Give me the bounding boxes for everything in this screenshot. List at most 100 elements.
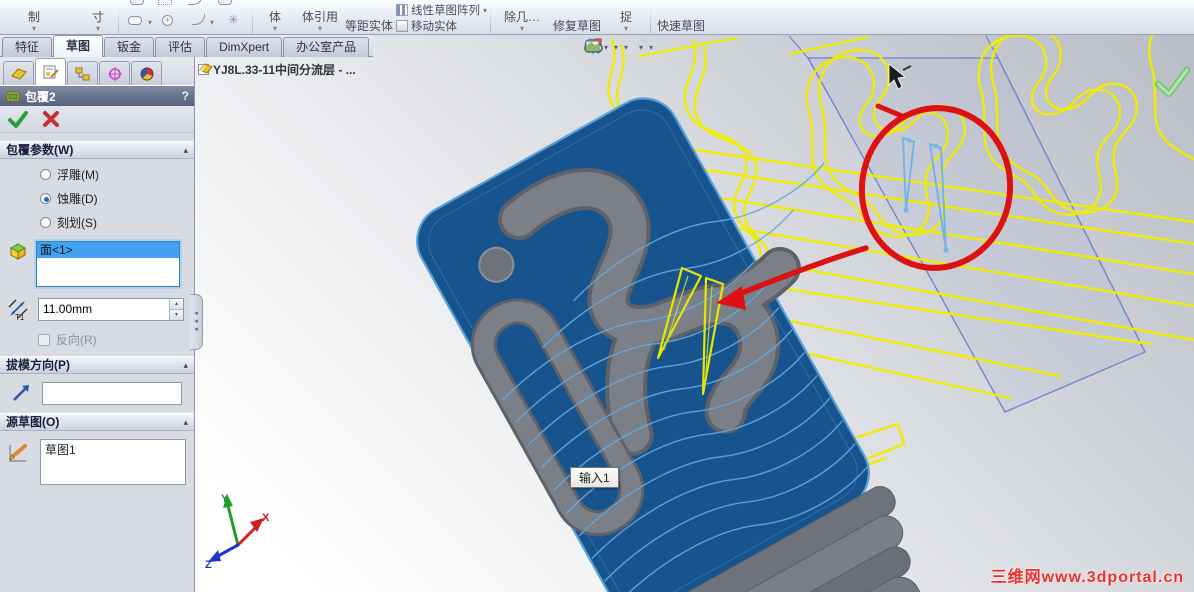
dimxpert-manager-icon (107, 66, 122, 81)
reverse-direction-row: 反向(R) (38, 331, 194, 348)
source-sketch-listbox[interactable]: 草图1 (40, 439, 186, 485)
view-settings-button[interactable] (585, 40, 653, 52)
toolbar-button-offset-entities[interactable]: 等距实体 (344, 20, 394, 33)
spline-icon[interactable] (188, 0, 203, 5)
toolbar-button-rapid-sketch[interactable]: 快速草图 (656, 20, 706, 33)
toolbar-button-display-delete-relations[interactable]: 除几… (496, 11, 548, 33)
tooltip: 输入1 (570, 467, 619, 488)
tab-dimxpert-manager[interactable] (99, 61, 130, 85)
property-manager-icon (43, 65, 59, 79)
dropdown-caret-icon[interactable] (483, 6, 487, 15)
thickness-input-wrap (38, 297, 184, 321)
cancel-button[interactable] (41, 109, 61, 129)
face-selection-listbox[interactable]: 面<1> (34, 239, 182, 289)
tab-display-manager[interactable] (131, 61, 162, 85)
toolbar-button-snap[interactable]: 捉 (606, 11, 646, 33)
asterisk-pattern-icon[interactable]: ✳ (228, 12, 239, 28)
dropdown-caret-icon[interactable] (72, 24, 124, 33)
pull-direction-row (10, 382, 194, 405)
dropdown-caret-icon[interactable] (606, 24, 646, 33)
spin-up-button[interactable] (170, 298, 183, 310)
radio-icon-selected[interactable] (40, 193, 51, 204)
tab-feature-manager-tree[interactable] (3, 61, 34, 85)
tab-evaluate[interactable]: 评估 (155, 37, 206, 57)
flyout-feature-tree[interactable]: + YJ8L.33-11中间分流层 - ... (198, 61, 356, 78)
straight-slot-icon[interactable] (128, 16, 142, 25)
command-manager-tab-bar: 特征 草图 钣金 评估 DimXpert 办公室产品 (0, 35, 373, 57)
tab-configuration-manager[interactable] (67, 61, 98, 85)
thickness-input[interactable] (39, 298, 169, 320)
ok-button[interactable] (7, 109, 29, 129)
source-sketch-item[interactable]: 草图1 (45, 443, 76, 457)
graphics-area[interactable]: Y X Z + YJ8L.33-11中间分流层 - ... (195, 35, 1194, 592)
help-button[interactable]: ? (182, 89, 189, 103)
toolbar-button-move-entities[interactable]: 移动实体 (396, 18, 457, 34)
triad-y-label: Y (221, 493, 229, 505)
triad-z-label: Z (205, 559, 212, 571)
display-style-button[interactable] (585, 40, 618, 54)
section-header-wrap-params[interactable]: 包覆参数(W) (0, 141, 194, 159)
pm-action-row (0, 106, 194, 133)
watermark-text: 三维网www.3dportal.cn (990, 569, 1184, 586)
tab-office-products[interactable]: 办公室产品 (283, 37, 370, 57)
property-manager-header: 包覆2 ? (0, 85, 194, 106)
feature-title: 包覆2 (25, 89, 56, 104)
slot-icon[interactable] (218, 0, 232, 5)
property-manager-panel: 包覆2 ? 包覆参数(W) 浮雕(M) 蚀雕(D) 刻划(S) 面<1> (0, 57, 195, 592)
configuration-manager-icon (75, 67, 89, 80)
panel-splitter-handle[interactable] (190, 294, 203, 350)
radio-emboss[interactable]: 浮雕(M) (40, 166, 194, 183)
radio-deboss[interactable]: 蚀雕(D) (40, 190, 194, 207)
dropdown-caret-icon[interactable] (256, 24, 294, 33)
hide-show-items-button[interactable] (584, 43, 628, 53)
toolbar-button-trim-entities[interactable]: 体 (256, 11, 294, 33)
toolbar-separator (118, 1, 119, 33)
wrap-feature-icon (6, 91, 20, 102)
solidworks-window: 制 寸 + ✳ 体 体引用 等距实体 线性草图阵列 移动实体 (0, 0, 1194, 592)
toolbar-button-convert-entities[interactable]: 体引用 (296, 11, 344, 33)
arc-icon[interactable] (192, 14, 205, 25)
tab-features[interactable]: 特征 (2, 37, 53, 57)
polygon-icon[interactable]: + (162, 15, 173, 26)
move-entities-icon (396, 20, 408, 32)
radio-icon[interactable] (40, 169, 51, 180)
pull-direction-listbox[interactable] (42, 382, 182, 405)
section-header-pull-direction[interactable]: 拔模方向(P) (0, 356, 194, 374)
source-sketch-row: 草图1 (6, 439, 194, 485)
collapse-chevron-icon[interactable] (183, 414, 188, 431)
part-document-icon (199, 63, 213, 74)
collapse-chevron-icon[interactable] (183, 142, 188, 159)
radio-scribe[interactable]: 刻划(S) (40, 214, 194, 231)
spin-down-button[interactable] (170, 309, 183, 320)
direction-arrow-icon (13, 385, 29, 401)
section-header-source-sketch[interactable]: 源草图(O) (0, 413, 194, 431)
radio-icon[interactable] (40, 217, 51, 228)
3d-viewport-canvas[interactable]: Y X Z (195, 35, 1194, 592)
toolbar-button-linear-sketch-pattern[interactable]: 线性草图阵列 (396, 2, 487, 18)
toolbar-button-fillet[interactable]: 制 (8, 11, 60, 33)
dropdown-caret-icon[interactable] (296, 24, 344, 33)
thickness-row: T1 (6, 297, 194, 321)
collapse-chevron-icon[interactable] (183, 357, 188, 374)
dropdown-caret-icon[interactable] (148, 18, 152, 27)
toolbar-button-repair-sketch[interactable]: 修复草图 (552, 20, 602, 33)
toolbar-separator (252, 1, 253, 33)
dropdown-caret-icon[interactable] (496, 24, 548, 33)
toolbar-button-smart-dimension[interactable]: 寸 (72, 11, 124, 33)
tab-property-manager[interactable] (35, 58, 66, 85)
sketch-pencil-icon (9, 444, 27, 462)
point-pattern-icon[interactable] (158, 0, 172, 5)
tab-sketch[interactable]: 草图 (53, 35, 104, 57)
apply-scene-button[interactable] (585, 39, 643, 53)
thickness-dimension-icon: T1 (8, 299, 28, 321)
rectangle-icon[interactable] (130, 0, 144, 5)
dropdown-caret-icon[interactable] (8, 24, 60, 33)
checkbox-icon[interactable] (38, 333, 50, 346)
confirmation-corner-check-icon[interactable] (1154, 66, 1191, 98)
tab-sheet-metal[interactable]: 钣金 (104, 37, 155, 57)
dropdown-caret-icon[interactable] (210, 18, 214, 27)
face-select-icon (9, 243, 27, 260)
tab-dimxpert[interactable]: DimXpert (206, 37, 283, 57)
selected-face-item[interactable]: 面<1> (37, 242, 179, 258)
panel-tab-strip (0, 57, 194, 85)
